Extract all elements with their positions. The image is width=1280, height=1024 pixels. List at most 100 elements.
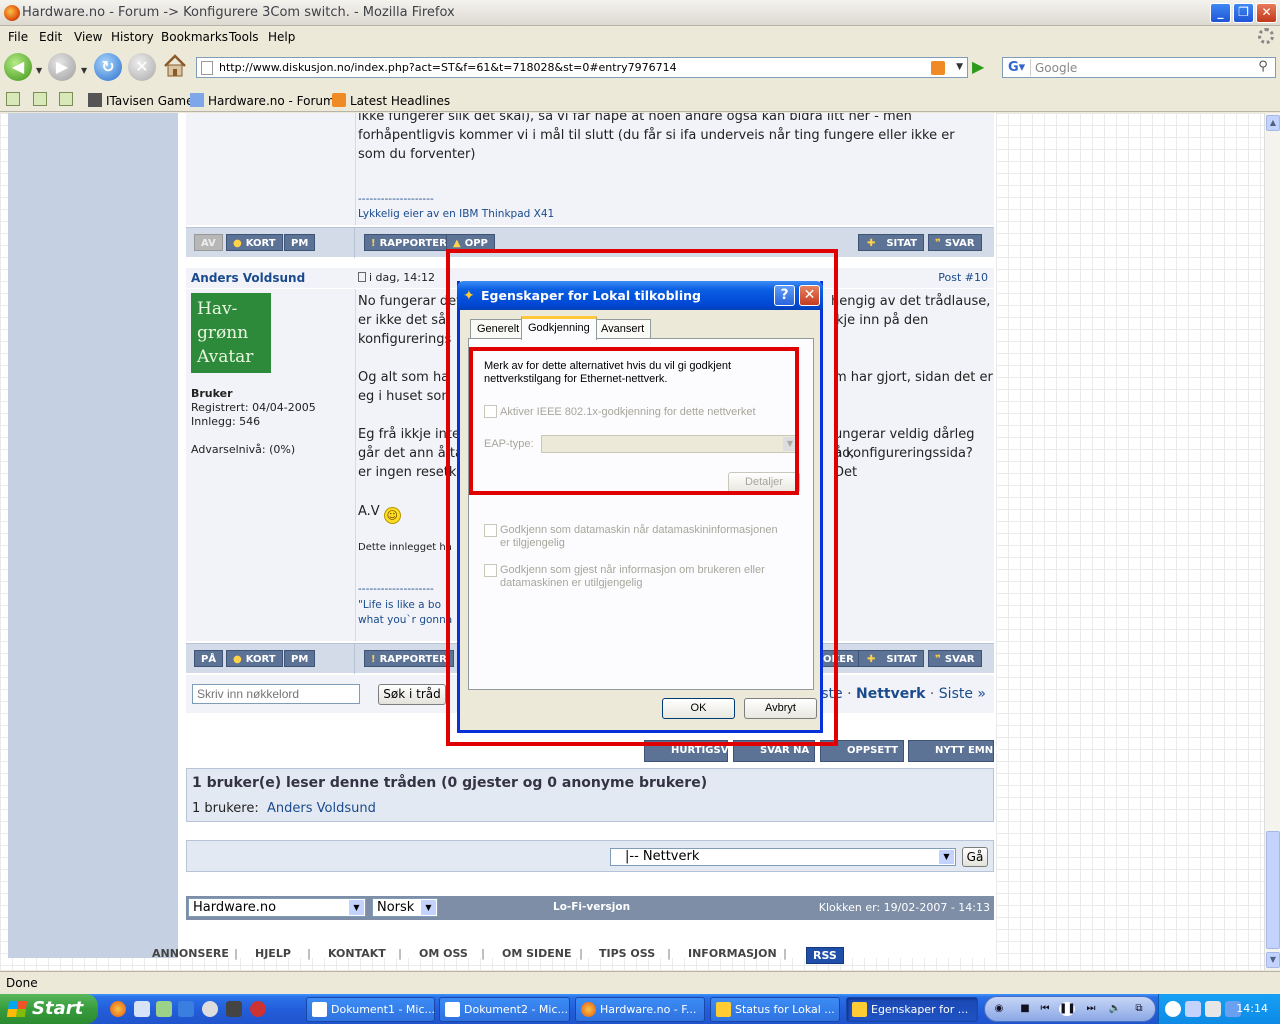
dialog-titlebar[interactable]: ✦ Egenskaper for Lokal tilkobling ? ✕ (457, 281, 823, 310)
quicklaunch-icon[interactable] (202, 1001, 218, 1017)
google-engine-icon[interactable]: G▾ (1005, 59, 1031, 76)
forward-button[interactable]: ▶ (48, 53, 76, 81)
svar-button[interactable]: ❞ SVAR (928, 650, 982, 667)
pause-icon[interactable]: ❚❚ (1059, 1002, 1076, 1016)
taskbar-item[interactable]: Hardware.no - F... (575, 997, 705, 1022)
eap-type-select[interactable]: ▼ (541, 435, 799, 453)
menu-history[interactable]: History (111, 30, 154, 44)
back-history-dropdown[interactable]: ▼ (36, 66, 42, 75)
close-window-button[interactable]: ✕ (1256, 3, 1277, 23)
taskbar-clock[interactable]: 14:14 (1236, 1002, 1268, 1015)
previous-icon[interactable]: ⏮ (1037, 1002, 1053, 1016)
pm-button[interactable]: PM (284, 234, 316, 251)
svar-na-button[interactable]: SVAR NÅ (733, 740, 815, 762)
search-box[interactable]: G▾ Google ⚲ (1002, 57, 1276, 78)
stop-icon[interactable]: ■ (1017, 1002, 1033, 1016)
home-button[interactable] (163, 53, 187, 81)
quicklaunch-icon[interactable] (134, 1001, 150, 1017)
footer-link[interactable]: KONTAKT (328, 947, 386, 960)
bookmark-tool-icon[interactable] (33, 92, 47, 106)
online-status-button[interactable]: AV (194, 234, 223, 251)
footer-link[interactable]: HJELP (255, 947, 291, 960)
kort-button[interactable]: ● KORT (226, 234, 283, 251)
scroll-down-arrow[interactable]: ▼ (1266, 952, 1280, 968)
tray-icon[interactable] (1205, 1001, 1221, 1017)
cancel-button[interactable]: Avbryt (744, 698, 817, 719)
url-history-dropdown[interactable]: ▼ (956, 62, 963, 72)
lofi-link[interactable]: Lo-Fi-versjon (553, 901, 630, 913)
online-status-button[interactable]: PÅ (194, 650, 224, 667)
rapporter-button[interactable]: ! RAPPORTER (364, 234, 454, 251)
url-text[interactable]: http://www.diskusjon.no/index.php?act=ST… (219, 61, 677, 74)
tab-avansert[interactable]: Avansert (594, 319, 652, 339)
oppsett-button[interactable]: OPPSETT (820, 740, 904, 762)
machine-auth-checkbox[interactable] (484, 524, 497, 537)
bookmark-hardware-forum[interactable]: Hardware.no - Forum... (190, 93, 346, 108)
reload-button[interactable]: ↻ (94, 53, 122, 81)
thread-search-input[interactable] (192, 684, 360, 704)
nytt-emne-button[interactable]: NYTT EMNE (908, 740, 1000, 762)
quicklaunch-icon[interactable] (156, 1001, 172, 1017)
thread-search-button[interactable]: Søk i tråd (378, 684, 446, 705)
taskbar-item[interactable]: Dokument2 - Mic... (439, 997, 570, 1022)
footer-link[interactable]: ANNONSERE (152, 947, 229, 960)
forum-jump-select[interactable]: |-- Nettverk ▼ (610, 848, 956, 866)
last-link[interactable]: Siste » (939, 686, 986, 702)
go-button[interactable]: ▶ (972, 58, 990, 76)
forward-history-dropdown[interactable]: ▼ (81, 66, 87, 75)
volume-icon[interactable]: 🔈 (1107, 1002, 1123, 1016)
bookmark-tool-icon[interactable] (59, 92, 73, 106)
stop-button[interactable]: ✕ (128, 53, 156, 81)
current-forum-link[interactable]: Nettverk (856, 686, 925, 702)
rss-link[interactable]: RSS (806, 947, 844, 964)
reader-user-link[interactable]: Anders Voldsund (267, 801, 376, 816)
maximize-button[interactable]: ❐ (1233, 3, 1254, 23)
back-button[interactable]: ◀ (4, 53, 32, 81)
footer-link[interactable]: INFORMASJON (688, 947, 777, 960)
taskbar-item[interactable]: Dokument1 - Mic... (306, 997, 435, 1022)
minimize-button[interactable]: _ (1210, 3, 1231, 23)
language-select[interactable]: Norsk ▼ (372, 898, 438, 917)
media-menu-icon[interactable]: ◉ (991, 1002, 1007, 1016)
menu-view[interactable]: View (74, 30, 102, 44)
search-input[interactable]: Google (1035, 61, 1077, 75)
opp-button[interactable]: ▲ OPP (446, 234, 495, 251)
bookmark-itavisen[interactable]: ITavisen Gamer (88, 93, 198, 108)
footer-link[interactable]: TIPS OSS (599, 947, 655, 960)
tab-generelt[interactable]: Generelt (470, 319, 527, 339)
window-titlebar[interactable]: Hardware.no - Forum -> Konfigurere 3Com … (0, 0, 1280, 26)
rapporter-button[interactable]: ! RAPPORTER (364, 650, 454, 667)
address-bar[interactable]: http://www.diskusjon.no/index.php?act=ST… (196, 57, 968, 78)
site-select[interactable]: Hardware.no ▼ (188, 898, 366, 917)
scroll-up-arrow[interactable]: ▲ (1266, 115, 1280, 131)
sitat-button[interactable]: ✚ SITAT (858, 234, 925, 251)
quicklaunch-icon[interactable] (178, 1001, 194, 1017)
tray-arrow-icon[interactable] (1165, 1001, 1181, 1017)
menu-tools[interactable]: Tools (229, 30, 259, 44)
details-button[interactable]: Detaljer (728, 472, 800, 493)
footer-link[interactable]: OM SIDENE (502, 947, 572, 960)
post-author[interactable]: Anders Voldsund (191, 271, 305, 285)
pm-button[interactable]: PM (284, 650, 316, 667)
close-icon[interactable]: ✕ (799, 285, 820, 306)
quicklaunch-icon[interactable] (250, 1001, 266, 1017)
svar-button[interactable]: ❞ SVAR (928, 234, 982, 251)
tab-godkjenning[interactable]: Godkjenning (521, 316, 597, 340)
start-button[interactable]: Start (0, 994, 98, 1024)
page-scrollbar[interactable]: ▲ ▼ (1264, 113, 1280, 970)
help-button[interactable]: ? (774, 285, 795, 306)
firefox-quicklaunch-icon[interactable] (110, 1001, 126, 1017)
next-icon[interactable]: ⏭ (1083, 1002, 1099, 1016)
guest-auth-checkbox[interactable] (484, 564, 497, 577)
network-tray-icon[interactable] (1185, 1001, 1201, 1017)
hurtigsvar-button[interactable]: HURTIGSVAR (644, 740, 743, 762)
post-number[interactable]: Post #10 (938, 271, 988, 285)
menu-help[interactable]: Help (268, 30, 295, 44)
ieee-checkbox[interactable] (484, 405, 497, 418)
rss-feed-icon[interactable] (931, 61, 945, 75)
scroll-thumb[interactable] (1266, 831, 1280, 949)
quicklaunch-icon[interactable] (226, 1001, 242, 1017)
taskbar-item-active[interactable]: Egenskaper for ... (846, 997, 978, 1022)
taskbar-item[interactable]: Status for Lokal ... (710, 997, 840, 1022)
bookmark-tool-icon[interactable] (6, 92, 20, 106)
